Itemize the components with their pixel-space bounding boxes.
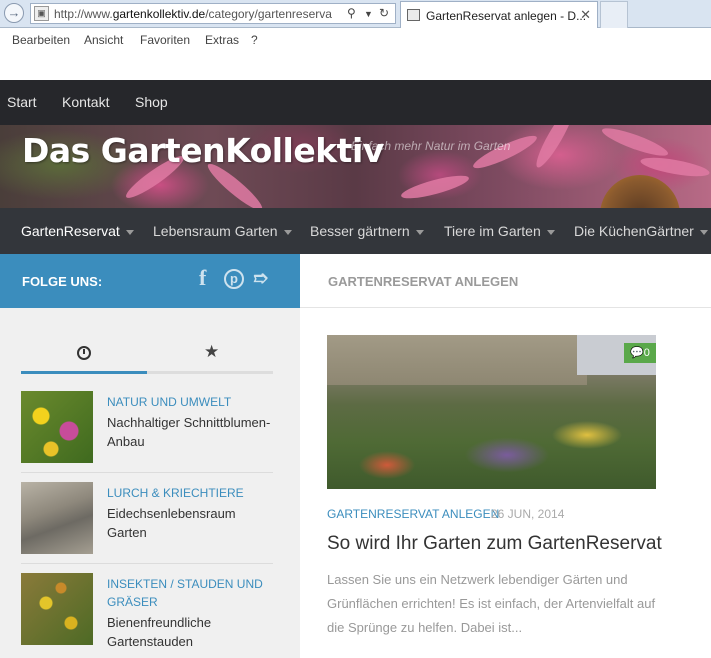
tab-recent-posts[interactable] [21, 338, 147, 374]
chevron-down-icon [699, 229, 708, 235]
post-date: 26 JUN, 2014 [491, 507, 565, 521]
mainnav-label: Lebensraum Garten [153, 223, 278, 239]
chevron-down-icon [283, 229, 292, 235]
comment-count-badge[interactable]: 💬0 [624, 343, 656, 363]
menu-ansicht[interactable]: Ansicht [84, 33, 123, 47]
comment-count: 0 [643, 347, 650, 359]
post-category[interactable]: INSEKTEN / STAUDEN UND GRÄSER [107, 575, 273, 611]
flower-petal [531, 125, 579, 171]
mainnav-kuechengaertner[interactable]: Die KüchenGärtner [574, 223, 708, 239]
mainnav-label: Die KüchenGärtner [574, 223, 694, 239]
browser-menubar: Bearbeiten Ansicht Favoriten Extras ? [0, 28, 711, 52]
post-title[interactable]: Nachhaltiger Schnittblumen-Anbau [107, 413, 277, 451]
clock-icon [77, 346, 91, 360]
mainnav-label: Tiere im Garten [444, 223, 541, 239]
close-tab-icon[interactable]: ✕ [580, 7, 591, 23]
menu-favoriten[interactable]: Favoriten [140, 33, 190, 47]
post-excerpt: Lassen Sie uns ein Netzwerk lebendiger G… [327, 572, 656, 635]
site-favicon-icon: ▣ [34, 6, 49, 21]
mainnav-gartenreservat[interactable]: GartenReservat [21, 223, 134, 239]
dropdown-arrow-icon[interactable]: ▼ [364, 9, 373, 19]
stone-wall-image-area [327, 335, 587, 385]
facebook-icon[interactable]: f [199, 265, 206, 291]
follow-label: FOLGE UNS: [22, 274, 103, 289]
browser-toolbar: → ▣ http://www.gartenkollektiv.de/catego… [0, 0, 711, 28]
sidebar-tabs: ★ [21, 338, 273, 374]
star-icon: ★ [204, 342, 220, 361]
post-thumbnail[interactable] [21, 391, 93, 463]
tab-title: GartenReservat anlegen - D... [426, 9, 587, 23]
flower-center [600, 175, 680, 208]
top-navigation: Start Kontakt Shop [0, 80, 711, 125]
menu-extras[interactable]: Extras [205, 33, 239, 47]
sidebar-post[interactable]: LURCH & KRIECHTIERE Eidechsenlebensraum … [21, 482, 273, 554]
mainnav-lebensraum-garten[interactable]: Lebensraum Garten [153, 223, 292, 239]
post-category[interactable]: LURCH & KRIECHTIERE [107, 484, 273, 502]
post-title[interactable]: Eidechsenlebensraum Garten [107, 504, 277, 542]
refresh-icon[interactable]: ↻ [379, 6, 389, 20]
pinterest-icon[interactable]: p [224, 269, 244, 289]
post-title[interactable]: Bienenfreundliche Gartenstauden [107, 613, 277, 651]
chevron-down-icon [415, 229, 424, 235]
site-title[interactable]: Das GartenKollektiv [22, 131, 384, 170]
address-bar[interactable]: ▣ http://www.gartenkollektiv.de/category… [30, 3, 396, 24]
rss-icon[interactable]: ➱ [253, 268, 268, 289]
divider [21, 472, 273, 473]
mainnav-label: Besser gärtnern [310, 223, 410, 239]
comment-icon: 💬 [630, 347, 644, 359]
topnav-shop[interactable]: Shop [135, 94, 168, 110]
topnav-start[interactable]: Start [7, 94, 37, 110]
post-category[interactable]: NATUR UND UMWELT [107, 393, 273, 411]
category-header: GARTENRESERVAT ANLEGEN [300, 254, 711, 308]
url-prefix: http://www. [54, 7, 113, 21]
category-heading: GARTENRESERVAT ANLEGEN [328, 274, 519, 289]
chevron-down-icon [125, 229, 134, 235]
mainnav-besser-gaertnern[interactable]: Besser gärtnern [310, 223, 424, 239]
url-text: http://www.gartenkollektiv.de/category/g… [54, 7, 342, 21]
sidebar-post[interactable]: INSEKTEN / STAUDEN UND GRÄSER Bienenfreu… [21, 573, 273, 649]
browser-tab-active[interactable]: GartenReservat anlegen - D... ✕ [400, 1, 598, 28]
browser-chrome: → ▣ http://www.gartenkollektiv.de/catego… [0, 0, 711, 80]
menu-bearbeiten[interactable]: Bearbeiten [12, 33, 70, 47]
header-banner: Das GartenKollektiv Einfach mehr Natur i… [0, 125, 711, 208]
main-navigation: GartenReservat Lebensraum Garten Besser … [0, 208, 711, 254]
divider [21, 563, 273, 564]
new-tab-button[interactable] [600, 1, 628, 28]
post-thumbnail[interactable] [21, 482, 93, 554]
flower-petal [399, 171, 471, 203]
mainnav-tiere-im-garten[interactable]: Tiere im Garten [444, 223, 555, 239]
search-icon[interactable]: ⚲ [347, 6, 356, 20]
url-path: /category/gartenreserva [205, 7, 332, 21]
chevron-down-icon [546, 229, 555, 235]
url-domain: gartenkollektiv.de [112, 7, 206, 21]
featured-image[interactable]: 💬0 [327, 335, 656, 489]
back-button[interactable]: → [4, 3, 24, 23]
flower-petal [599, 125, 671, 161]
tab-page-icon [407, 9, 420, 21]
post-category-link[interactable]: GARTENRESERVAT ANLEGEN [327, 507, 499, 521]
mainnav-label: GartenReservat [21, 223, 120, 239]
post-title-link[interactable]: So wird Ihr Garten zum GartenReservat [327, 533, 662, 555]
tab-popular-posts[interactable]: ★ [147, 338, 273, 374]
sidebar-post[interactable]: NATUR UND UMWELT Nachhaltiger Schnittblu… [21, 391, 273, 463]
follow-bar: FOLGE UNS: f p ➱ [0, 254, 300, 308]
site-tagline: Einfach mehr Natur im Garten [351, 139, 511, 153]
topnav-kontakt[interactable]: Kontakt [62, 94, 109, 110]
post-thumbnail[interactable] [21, 573, 93, 645]
menu-help[interactable]: ? [251, 33, 258, 47]
